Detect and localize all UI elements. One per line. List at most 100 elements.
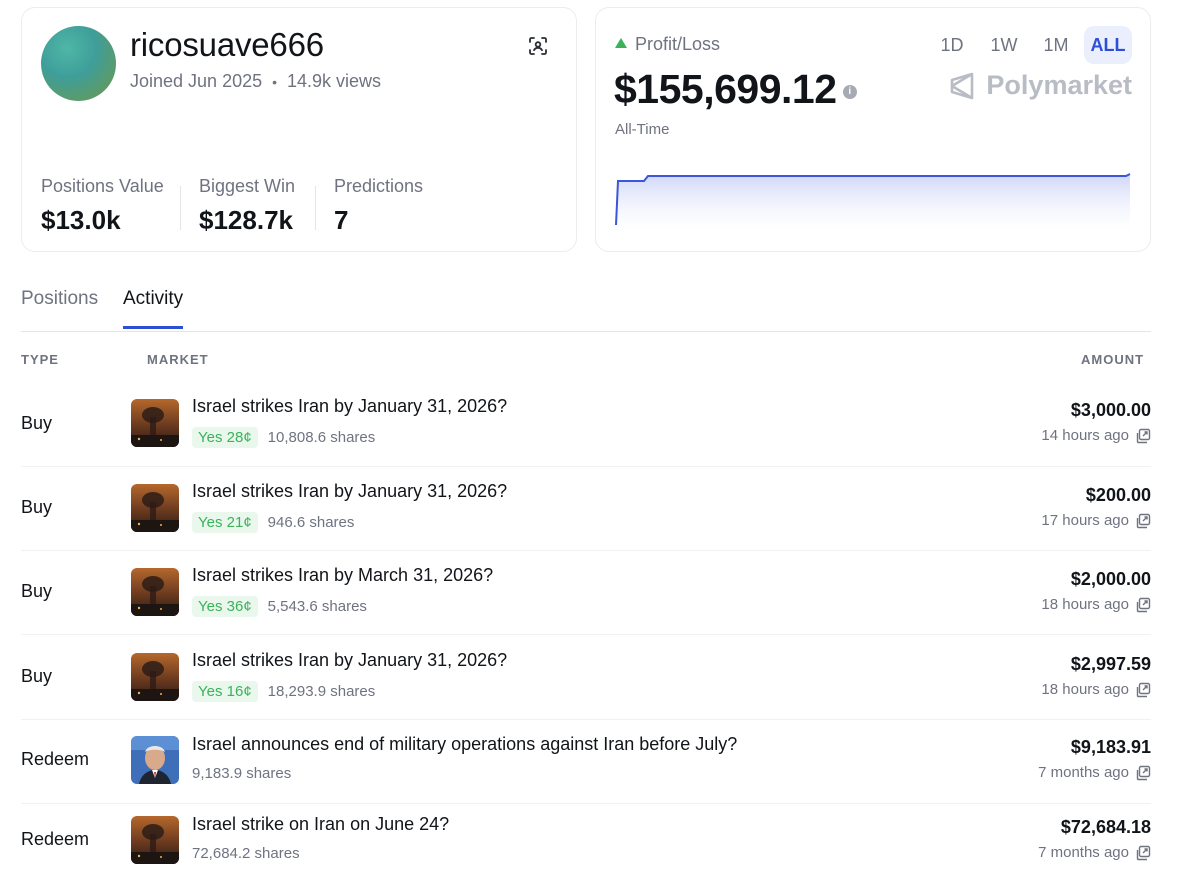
position-meta: Yes 21¢ 946.6 shares [192,512,354,533]
trend-up-icon [615,38,627,48]
outcome-badge: Yes 28¢ [192,427,258,448]
polymarket-logo-icon [951,72,974,99]
activity-row[interactable]: Redeem Israel strike on Iran on June 24?… [21,800,1151,876]
stat-divider [180,186,181,230]
position-meta: 72,684.2 shares [192,845,300,862]
time-ago: 18 hours ago [1041,681,1129,698]
stat-predictions: Predictions 7 [334,176,423,236]
amount-value: $3,000.00 [1070,400,1151,420]
outcome-badge: Yes 21¢ [192,512,258,533]
range-1d-button[interactable]: 1D [928,26,976,64]
tab-activity[interactable]: Activity [123,288,184,329]
stat-value: $128.7k [199,205,293,235]
activity-row[interactable]: Buy Israel strikes Iran by January 31, 2… [21,636,1151,720]
position-meta: 9,183.9 shares [192,765,291,782]
share-count: 18,293.9 shares [267,683,376,700]
position-meta: Yes 28¢ 10,808.6 shares [192,427,375,448]
pnl-value: $155,699.12 [614,66,837,112]
activity-type: Redeem [21,749,90,769]
stat-label: Biggest Win [199,176,296,196]
tab-positions[interactable]: Positions [21,288,98,328]
outcome-badge: Yes 36¢ [192,596,258,617]
profile-meta: Joined Jun 2025 • 14.9k views [130,71,381,92]
stat-value: 7 [334,205,349,235]
joined-date: Joined Jun 2025 [130,71,263,91]
external-link-icon[interactable] [1135,682,1151,698]
time-ago: 14 hours ago [1041,427,1129,444]
market-title[interactable]: Israel strikes Iran by January 31, 2026? [192,481,507,502]
stat-biggest-win: Biggest Win $128.7k [199,176,295,236]
activity-type: Buy [21,413,53,433]
activity-time: 7 months ago [1038,844,1151,861]
tab-bar: Positions Activity [21,280,1151,332]
external-link-icon[interactable] [1135,597,1151,613]
position-meta: Yes 16¢ 18,293.9 shares [192,681,375,702]
activity-time: 7 months ago [1038,764,1151,781]
brand-watermark: Polymarket [948,70,1132,101]
market-thumbnail [131,816,179,864]
outcome-badge: Yes 16¢ [192,681,258,702]
username: ricosuave666 [130,26,324,63]
info-icon[interactable]: i [842,85,857,100]
external-link-icon[interactable] [1135,513,1151,529]
time-ago: 7 months ago [1038,844,1129,861]
amount-value: $2,000.00 [1070,569,1151,589]
range-1w-button[interactable]: 1W [980,26,1028,64]
activity-time: 18 hours ago [1041,596,1151,613]
pnl-period: All-Time [615,121,670,138]
profit-loss-card: Profit/Loss 1D 1W 1M ALL $155,699.12 i Al… [595,7,1151,252]
profile-card: ricosuave666 Joined Jun 2025 • 14.9k views… [21,7,577,252]
pnl-chart-area [616,174,1130,233]
activity-row[interactable]: Redeem Israel announces end of military … [21,720,1151,804]
market-thumbnail [131,399,179,447]
market-thumbnail [131,568,179,616]
share-count: 72,684.2 shares [192,845,300,862]
time-ago: 7 months ago [1038,764,1129,781]
market-title[interactable]: Israel strike on Iran on June 24? [192,814,449,835]
activity-time: 17 hours ago [1041,512,1151,529]
pnl-label: Profit/Loss [635,34,721,54]
avatar [41,26,116,101]
scan-profile-icon[interactable] [528,36,548,56]
stat-positions-value: Positions Value $13.0k [41,176,164,236]
time-ago: 17 hours ago [1041,512,1129,529]
pnl-header: Profit/Loss [615,34,720,55]
view-count: 14.9k views [287,71,382,91]
time-range-selector: 1D 1W 1M ALL [928,26,1132,64]
market-thumbnail [131,736,179,784]
stat-divider [315,186,316,230]
amount-value: $9,183.91 [1070,737,1151,757]
pnl-chart[interactable] [614,163,1132,233]
activity-row[interactable]: Buy Israel strikes Iran by March 31, 202… [21,551,1151,635]
activity-type: Buy [21,666,53,686]
activity-time: 18 hours ago [1041,681,1151,698]
time-ago: 18 hours ago [1041,596,1129,613]
range-1m-button[interactable]: 1M [1032,26,1080,64]
share-count: 946.6 shares [267,514,355,531]
activity-row[interactable]: Buy Israel strikes Iran by January 31, 2… [21,467,1151,551]
range-all-button[interactable]: ALL [1084,26,1132,64]
external-link-icon[interactable] [1135,765,1151,781]
amount-value: $200.00 [1085,485,1151,505]
amount-value: $72,684.18 [1060,817,1151,837]
activity-type: Buy [21,581,53,601]
position-meta: Yes 36¢ 5,543.6 shares [192,596,367,617]
pnl-value-row: $155,699.12 i [614,66,857,113]
market-title[interactable]: Israel strikes Iran by January 31, 2026? [192,396,507,417]
market-title[interactable]: Israel strikes Iran by March 31, 2026? [192,565,493,586]
external-link-icon[interactable] [1135,845,1151,861]
row-divider [21,634,1151,635]
stat-label: Positions Value [41,176,164,196]
external-link-icon[interactable] [1135,428,1151,444]
amount-value: $2,997.59 [1070,654,1151,674]
market-title[interactable]: Israel strikes Iran by January 31, 2026? [192,650,507,671]
share-count: 10,808.6 shares [267,429,376,446]
stat-value: $13.0k [41,205,121,235]
activity-row[interactable]: Buy Israel strikes Iran by January 31, 2… [21,383,1151,467]
stat-label: Predictions [334,176,424,196]
share-count: 9,183.9 shares [192,765,292,782]
market-title[interactable]: Israel announces end of military operati… [192,734,737,755]
activity-type: Redeem [21,829,90,849]
share-count: 5,543.6 shares [267,598,367,615]
brand-name: Polymarket [986,70,1132,100]
